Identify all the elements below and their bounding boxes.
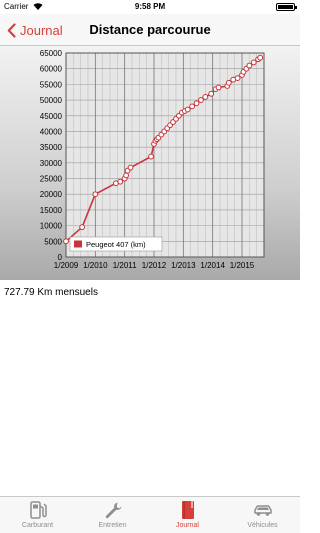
x-tick-label: 1/2012 [142,261,167,270]
data-point [250,59,257,66]
x-tick-label: 1/2013 [171,261,196,270]
car-icon [253,505,272,516]
y-tick-label: 60000 [40,65,63,74]
tab-carburant[interactable]: Carburant [0,497,75,533]
legend-label: Peugeot 407 (km) [86,240,146,249]
tab-vehicules[interactable]: Véhicules [225,497,300,533]
data-point [79,224,86,231]
data-point [148,153,154,160]
tab-vehicules-label: Véhicules [247,522,278,529]
data-point [246,62,253,69]
y-tick-label: 35000 [40,143,63,152]
status-time: 9:58 PM [134,2,166,11]
legend-swatch [74,240,82,248]
data-point [117,178,124,185]
y-tick-label: 65000 [40,49,63,58]
data-point [215,84,222,91]
x-tick-label: 1/2010 [83,261,108,270]
distance-chart: 0500010000150002000025000300003500040000… [40,49,265,270]
y-tick-label: 55000 [40,80,63,89]
x-tick-label: 1/2009 [54,261,79,270]
chart-area: 0 5000 10000 15000 20000 25000 30000 35000 40000… [0,46,300,280]
fuel-pump-icon [29,501,47,519]
data-point [193,100,200,107]
wrench-icon [105,502,121,519]
y-tick-label: 20000 [40,190,63,199]
monthly-distance-summary: 727.79 Km mensuels [4,287,98,298]
tab-bar: Carburant Entretien Journal Véhicules [0,496,300,533]
data-point [92,191,99,198]
tab-journal[interactable]: Journal [150,497,225,533]
navigation-bar: Journal Distance parcourue [0,14,300,46]
y-tick-label: 10000 [40,222,63,231]
data-point [63,238,69,245]
y-tick-label: 5000 [44,237,62,246]
x-tick-label: 1/2014 [200,261,225,270]
data-point [198,97,204,103]
data-point [127,164,134,171]
tab-carburant-label: Carburant [21,522,54,529]
data-point [234,75,241,82]
battery-icon [276,3,297,11]
y-tick-label: 25000 [40,175,63,184]
tab-entretien[interactable]: Entretien [75,497,150,533]
x-tick-label: 1/2015 [230,261,255,270]
tab-entretien-label: Entretien [98,522,127,529]
book-icon [181,501,194,519]
y-tick-label: 45000 [40,112,63,121]
data-point [184,106,191,113]
tab-journal-label: Journal [176,522,199,529]
page-title: Distance parcourue [89,22,211,37]
data-point [123,172,130,179]
data-point [208,90,215,97]
y-tick-label: 30000 [40,159,63,168]
status-bar: Carrier 9:58 PM [0,0,300,14]
data-point [189,103,196,110]
data-point [257,54,264,61]
y-tick-label: 50000 [40,96,63,105]
y-tick-label: 15000 [40,206,63,215]
y-tick-label: 40000 [40,127,63,136]
data-point [225,79,232,86]
data-point [202,94,209,100]
x-tick-label: 1/2011 [113,261,137,270]
